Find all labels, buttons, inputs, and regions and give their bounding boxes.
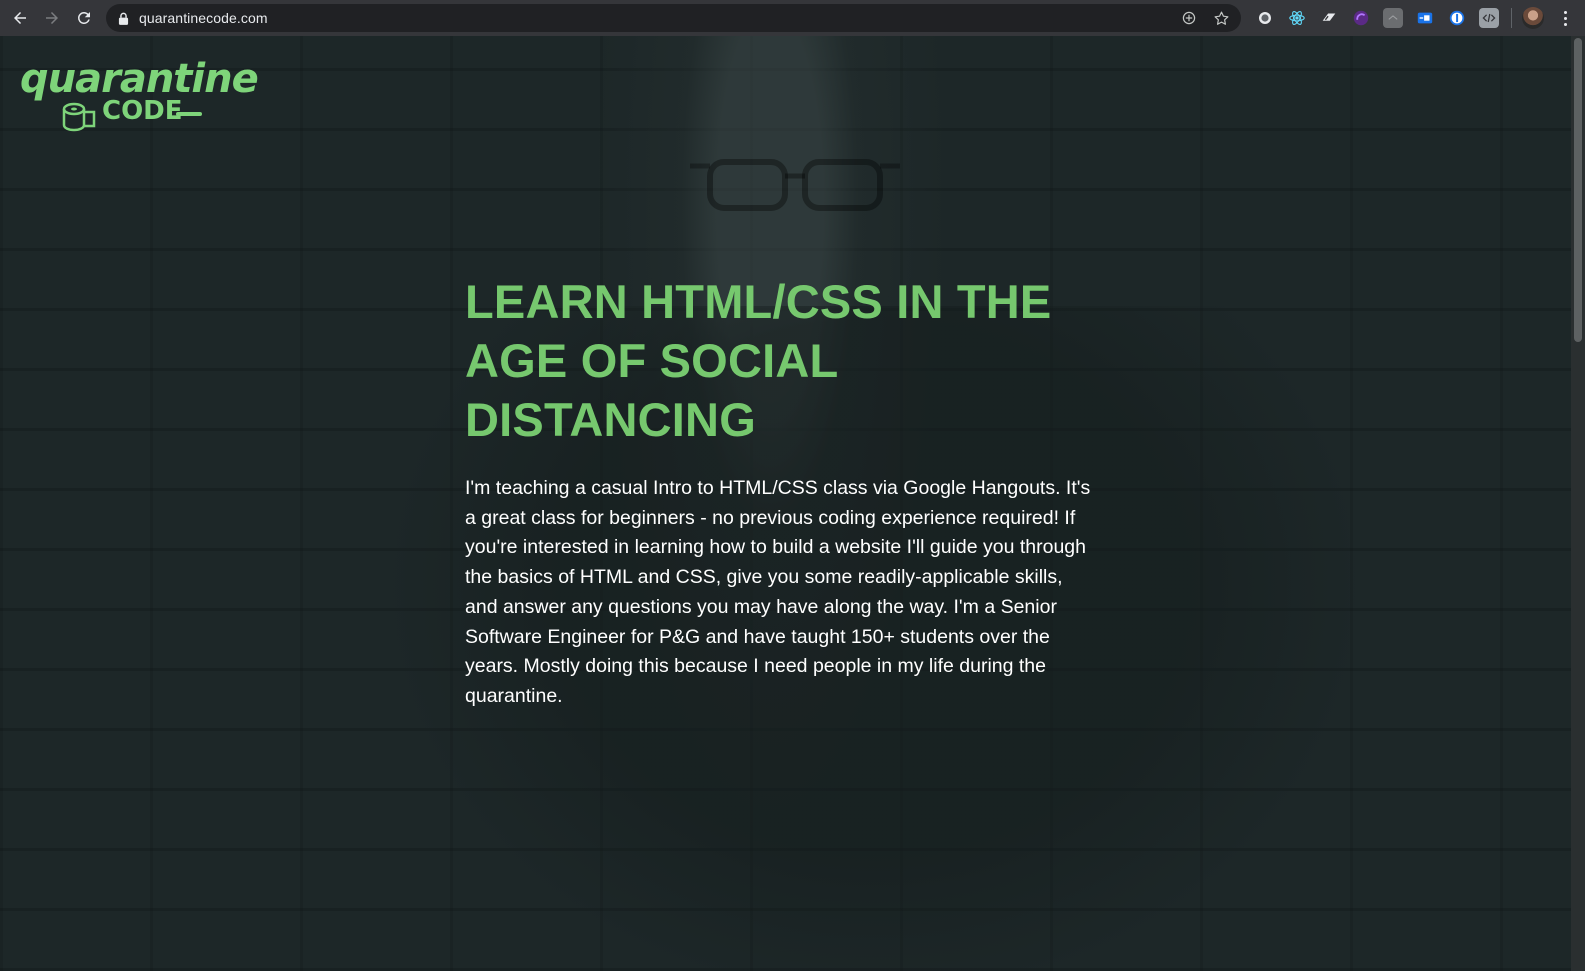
devtools-icon[interactable]	[1479, 8, 1499, 28]
1password-icon[interactable]	[1447, 8, 1467, 28]
logo-text-bottom: CODE	[102, 96, 183, 126]
react-devtools-icon[interactable]	[1287, 8, 1307, 28]
reload-icon	[77, 11, 90, 24]
bookmark-star-icon[interactable]	[1211, 8, 1231, 28]
page-viewport: quarantine CODE LEARN HTML/CSS IN THE AG…	[0, 36, 1571, 971]
lock-icon	[118, 11, 130, 25]
forward-button[interactable]	[36, 0, 68, 36]
page-scrollbar[interactable]	[1571, 36, 1585, 971]
toilet-paper-icon	[62, 102, 96, 132]
purple-extension-icon[interactable]	[1351, 8, 1371, 28]
forward-arrow-icon	[46, 12, 58, 24]
back-arrow-icon	[14, 12, 26, 24]
install-app-icon[interactable]	[1179, 8, 1199, 28]
blue-extension-icon[interactable]	[1415, 8, 1435, 28]
reload-button[interactable]	[68, 0, 100, 36]
hero-section: LEARN HTML/CSS IN THE AGE OF SOCIAL DIST…	[465, 272, 1095, 712]
address-bar[interactable]: quarantinecode.com	[106, 4, 1241, 32]
extensions-area	[1255, 0, 1572, 36]
browser-menu-icon[interactable]	[1558, 10, 1572, 26]
scrollbar-thumb[interactable]	[1574, 38, 1582, 342]
toolbar-separator	[1511, 8, 1512, 28]
url-text: quarantinecode.com	[139, 10, 268, 26]
logo-dash	[176, 112, 202, 116]
browser-toolbar: quarantinecode.com	[0, 0, 1585, 36]
site-logo[interactable]: quarantine CODE	[16, 56, 259, 136]
record-icon[interactable]	[1255, 8, 1275, 28]
extension-icon[interactable]	[1319, 8, 1339, 28]
grey-extension-icon[interactable]	[1383, 8, 1403, 28]
hero-description: I'm teaching a casual Intro to HTML/CSS …	[465, 477, 1091, 707]
background-glasses-shape	[690, 159, 900, 211]
back-button[interactable]	[4, 0, 36, 36]
hero-title: LEARN HTML/CSS IN THE AGE OF SOCIAL DIST…	[465, 275, 1052, 446]
profile-avatar[interactable]	[1522, 7, 1544, 29]
